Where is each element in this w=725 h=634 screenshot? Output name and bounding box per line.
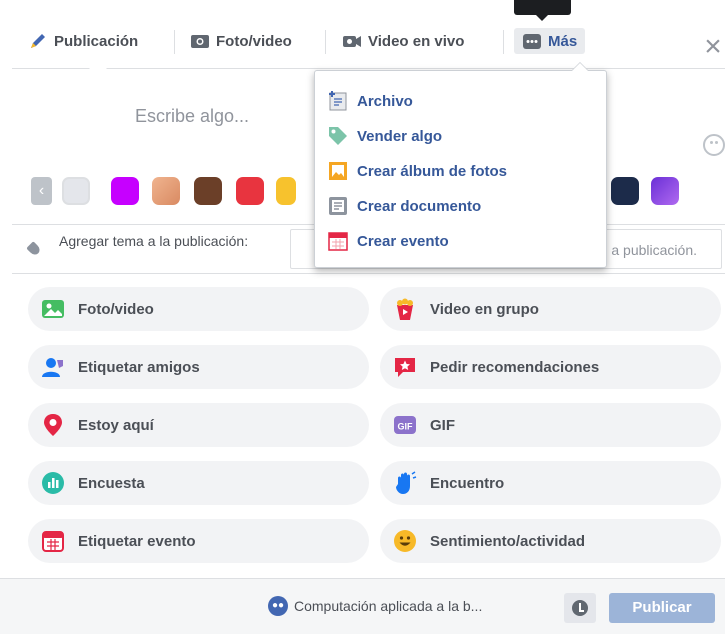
- topic-label: Agregar tema a la publicación:: [59, 233, 249, 249]
- poll-icon: [40, 470, 66, 496]
- menu-item-crear-evento[interactable]: Crear evento: [327, 227, 449, 255]
- action-label: Sentimiento/actividad: [430, 532, 586, 550]
- topic-placeholder: a publicación.: [611, 242, 697, 258]
- menu-item-label: Archivo: [357, 92, 413, 110]
- tag-friends-icon: [40, 354, 66, 380]
- menu-item-label: Vender algo: [357, 127, 443, 145]
- svg-text:GIF: GIF: [398, 422, 414, 432]
- price-tag-icon: [327, 125, 349, 147]
- action-encuesta[interactable]: Encuesta: [28, 461, 369, 505]
- action-encuentro[interactable]: Encuentro: [380, 461, 721, 505]
- gif-icon: GIF: [392, 412, 418, 438]
- action-label: Foto/video: [78, 300, 154, 318]
- action-label: Pedir recomendaciones: [430, 358, 600, 376]
- photo-album-icon: [327, 160, 349, 182]
- tab-label: Más: [548, 32, 578, 50]
- video-camera-icon: [342, 31, 362, 51]
- menu-item-label: Crear álbum de fotos: [357, 162, 508, 180]
- wave-hand-icon: [392, 470, 418, 496]
- action-label: Encuesta: [78, 474, 145, 492]
- location-pin-icon: [40, 412, 66, 438]
- menu-item-vender-algo[interactable]: Vender algo: [327, 122, 442, 150]
- event-calendar-icon: [40, 528, 66, 554]
- action-gif[interactable]: GIF GIF: [380, 403, 721, 447]
- menu-item-crear-album[interactable]: Crear álbum de fotos: [327, 157, 507, 185]
- swatch-red[interactable]: [236, 177, 264, 205]
- menu-item-archivo[interactable]: Archivo: [327, 87, 413, 115]
- action-label: Encuentro: [430, 474, 505, 492]
- action-label: Video en grupo: [430, 300, 539, 318]
- composer-footer: ●● Computación aplicada a la b... Public…: [0, 578, 725, 634]
- swatch-purple[interactable]: [111, 177, 139, 205]
- action-foto-video[interactable]: Foto/video: [28, 287, 369, 331]
- swatch-yellow[interactable]: [276, 177, 296, 205]
- tab-publicacion[interactable]: Publicación: [28, 28, 139, 70]
- tag-icon: [26, 241, 42, 257]
- close-icon[interactable]: ×: [701, 32, 725, 62]
- more-dots-icon: [522, 31, 542, 51]
- action-pedir-recomendaciones[interactable]: Pedir recomendaciones: [380, 345, 721, 389]
- tab-mas[interactable]: Más: [514, 28, 586, 54]
- smiley-icon: [392, 528, 418, 554]
- group-icon: ●●: [268, 596, 288, 616]
- action-video-en-grupo[interactable]: Video en grupo: [380, 287, 721, 331]
- post-composer: Publicación Foto/video Video en vivo Más…: [12, 0, 725, 633]
- action-etiquetar-amigos[interactable]: Etiquetar amigos: [28, 345, 369, 389]
- audience-label: Computación aplicada a la b...: [294, 598, 483, 614]
- swatch-navy[interactable]: [611, 177, 639, 205]
- tab-label: Foto/video: [216, 32, 292, 50]
- emoji-icon[interactable]: [703, 134, 725, 156]
- menu-item-crear-documento[interactable]: Crear documento: [327, 192, 481, 220]
- more-dropdown-menu: Archivo Vender algo Crear álbum de fotos…: [314, 62, 607, 268]
- action-label: GIF: [430, 416, 455, 434]
- tab-label: Publicación: [54, 32, 139, 50]
- action-label: Estoy aquí: [78, 416, 154, 434]
- photo-icon: [40, 296, 66, 322]
- post-text-input[interactable]: Escribe algo...: [135, 106, 249, 127]
- tab-separator: [503, 30, 504, 54]
- action-sentimiento-actividad[interactable]: Sentimiento/actividad: [380, 519, 721, 563]
- menu-item-label: Crear documento: [357, 197, 482, 215]
- swatch-violet[interactable]: [651, 177, 679, 205]
- action-label: Etiquetar evento: [78, 532, 196, 550]
- pencil-icon: [28, 31, 48, 51]
- swatch-prev-button[interactable]: ‹: [31, 177, 52, 205]
- audience-selector[interactable]: ●● Computación aplicada a la b...: [268, 596, 482, 616]
- schedule-clock-icon[interactable]: [564, 593, 596, 623]
- tab-video-en-vivo[interactable]: Video en vivo: [342, 28, 464, 54]
- menu-item-label: Crear evento: [357, 232, 449, 250]
- action-etiquetar-evento[interactable]: Etiquetar evento: [28, 519, 369, 563]
- calendar-icon: [327, 230, 349, 252]
- publish-button[interactable]: Publicar: [609, 593, 715, 623]
- swatch-peach[interactable]: [152, 177, 180, 205]
- tab-separator: [174, 30, 175, 54]
- document-icon: [327, 195, 349, 217]
- popcorn-icon: [392, 296, 418, 322]
- swatch-white[interactable]: [62, 177, 90, 205]
- action-label: Etiquetar amigos: [78, 358, 200, 376]
- composer-tabs: Publicación Foto/video Video en vivo Más…: [12, 12, 725, 70]
- action-estoy-aqui[interactable]: Estoy aquí: [28, 403, 369, 447]
- file-upload-icon: [327, 90, 349, 112]
- swatch-brown[interactable]: [194, 177, 222, 205]
- tab-label: Video en vivo: [368, 32, 465, 50]
- tab-separator: [325, 30, 326, 54]
- tab-foto-video[interactable]: Foto/video: [190, 28, 292, 54]
- camera-icon: [190, 31, 210, 51]
- recommendation-icon: [392, 354, 418, 380]
